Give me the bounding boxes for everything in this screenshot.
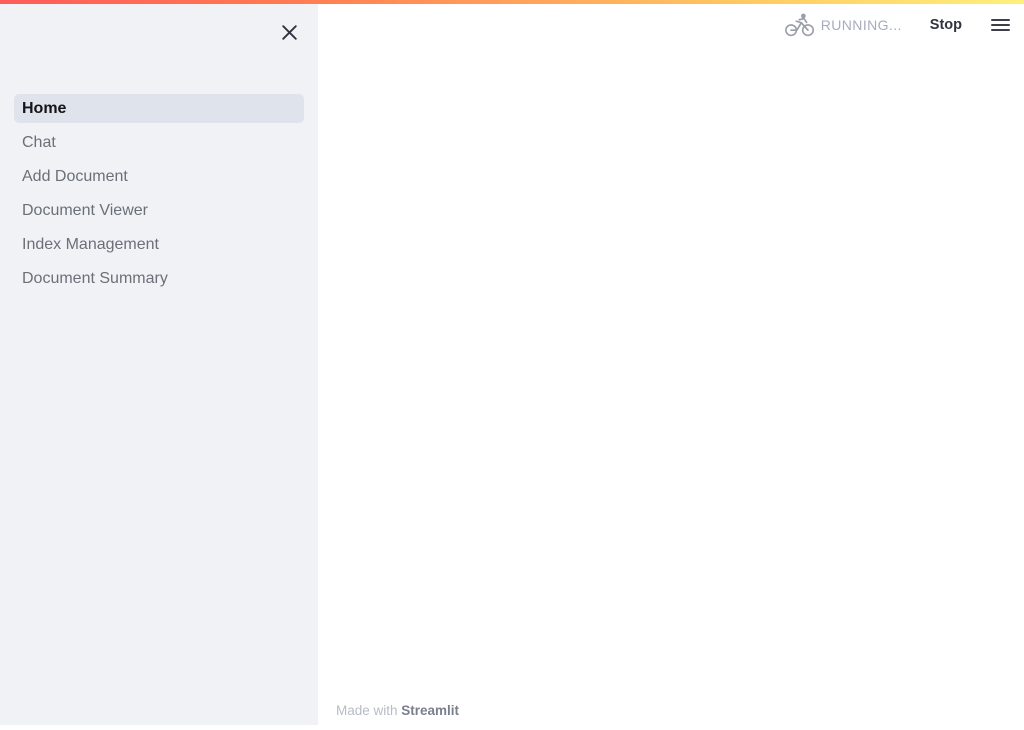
status-toolbar: RUNNING... Stop xyxy=(781,6,1014,44)
sidebar-nav: Home Chat Add Document Document Viewer I… xyxy=(14,94,304,298)
hamburger-line-3 xyxy=(990,29,1010,31)
hamburger-line-2 xyxy=(990,24,1010,26)
app-root: Home Chat Add Document Document Viewer I… xyxy=(0,0,1024,730)
hamburger-menu-icon[interactable] xyxy=(986,11,1014,39)
footer-made-with-streamlit: Made with Streamlit xyxy=(336,703,459,718)
sidebar-item-document-summary[interactable]: Document Summary xyxy=(14,264,304,293)
sidebar: Home Chat Add Document Document Viewer I… xyxy=(0,4,318,725)
sidebar-item-document-viewer[interactable]: Document Viewer xyxy=(14,196,304,225)
footer-brand-link[interactable]: Streamlit xyxy=(401,703,459,718)
main-content-area: Made with Streamlit xyxy=(318,4,1024,730)
sidebar-item-chat[interactable]: Chat xyxy=(14,128,304,157)
close-icon[interactable] xyxy=(274,17,304,47)
running-status-label: RUNNING... xyxy=(820,17,902,33)
hamburger-line-1 xyxy=(990,19,1010,21)
sidebar-item-index-management[interactable]: Index Management xyxy=(14,230,304,259)
stop-button[interactable]: Stop xyxy=(924,13,968,37)
cyclist-icon xyxy=(784,13,814,37)
footer-made-with-text: Made with xyxy=(336,703,402,718)
running-status-indicator[interactable]: RUNNING... xyxy=(781,12,906,38)
close-icon-glyph xyxy=(281,24,297,40)
top-gradient-bar xyxy=(0,0,1024,4)
sidebar-item-home[interactable]: Home xyxy=(14,94,304,123)
sidebar-item-add-document[interactable]: Add Document xyxy=(14,162,304,191)
